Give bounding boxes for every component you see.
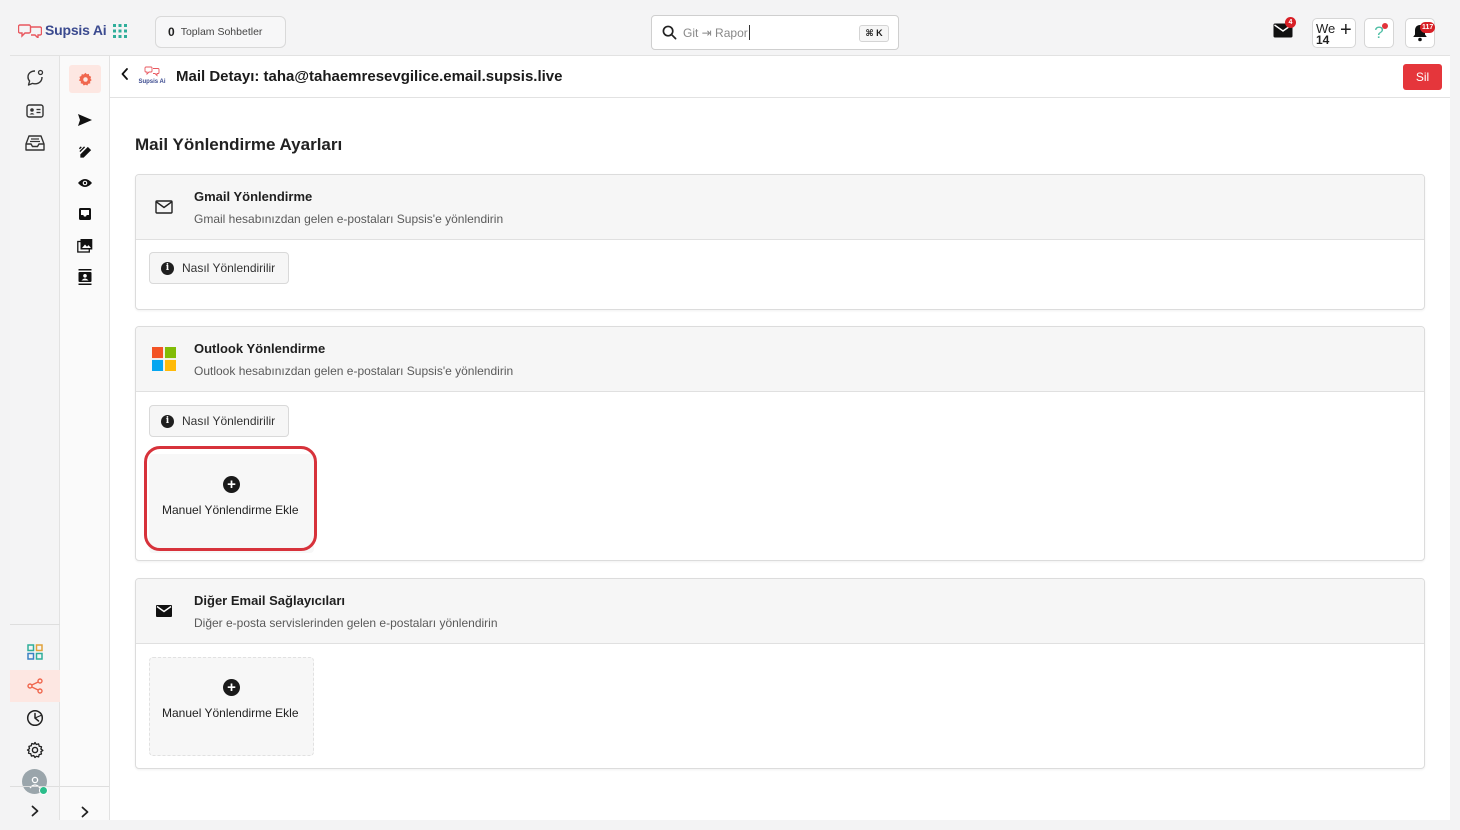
add-manual-forwarding-button[interactable]: + Manuel Yönlendirme Ekle (149, 657, 314, 756)
notification-badge: 117 (1420, 22, 1436, 33)
edit-icon[interactable] (73, 140, 97, 164)
primary-sidebar (10, 56, 60, 820)
contacts-icon[interactable] (73, 265, 97, 289)
total-chats-count: 0 (168, 25, 175, 39)
text-caret (748, 25, 750, 40)
avatar[interactable] (22, 769, 48, 795)
how-to-forward-label: Nasıl Yönlendirilir (182, 261, 276, 275)
chart-clock-icon[interactable] (23, 706, 47, 730)
send-icon[interactable] (73, 108, 97, 132)
apps-grid-icon[interactable] (113, 24, 127, 43)
brand-logo-icon (18, 24, 42, 38)
eye-icon[interactable] (73, 171, 97, 195)
help-button[interactable]: ? (1364, 18, 1394, 48)
rail2-bottom-divider (60, 786, 109, 787)
expand-chevron-icon[interactable] (73, 800, 97, 820)
chat-bubble-icon[interactable] (23, 66, 47, 90)
settings-gear-icon[interactable] (23, 738, 47, 762)
brand-name: Supsis Ai (45, 22, 107, 38)
gallery-icon[interactable] (73, 233, 97, 257)
mail-outline-icon (152, 195, 176, 219)
mail-button[interactable]: 4 (1273, 17, 1296, 43)
back-button[interactable] (120, 67, 130, 86)
plus-circle-icon: + (223, 679, 240, 696)
card-header: Outlook Yönlendirme Outlook hesabınızdan… (136, 327, 1424, 392)
search-input[interactable]: Git ⇥ Rapor ⌘ K (651, 15, 899, 50)
card-title: Outlook Yönlendirme (194, 341, 326, 356)
chevron-left-icon (121, 68, 128, 80)
header-logo: Supsis Ai (138, 66, 166, 86)
notifications-button[interactable]: 117 (1405, 18, 1436, 48)
microsoft-logo-icon (152, 347, 176, 371)
outlook-forwarding-card: Outlook Yönlendirme Outlook hesabınızdan… (135, 326, 1425, 561)
info-icon: i (161, 414, 174, 428)
add-workspace-icon: + (1340, 19, 1352, 41)
expand-chevron-icon[interactable] (23, 799, 47, 820)
inbox-icon[interactable] (73, 202, 97, 226)
gear-icon[interactable] (69, 65, 101, 93)
rail-divider (10, 624, 60, 625)
app-window: Supsis Ai 0 Toplam Sohbetler Git ⇥ Rapor… (10, 10, 1450, 820)
card-subtitle: Outlook hesabınızdan gelen e-postaları S… (194, 364, 514, 378)
gmail-forwarding-card: Gmail Yönlendirme Gmail hesabınızdan gel… (135, 174, 1425, 310)
info-icon: i (161, 261, 174, 275)
how-to-forward-button[interactable]: i Nasıl Yönlendirilir (149, 252, 289, 284)
mail-filled-icon (152, 599, 176, 623)
share-icon[interactable] (10, 670, 60, 702)
main-content: Supsis Ai Mail Detayı: taha@tahaemresevg… (110, 56, 1450, 820)
total-chats-button[interactable]: 0 Toplam Sohbetler (155, 16, 286, 48)
workspace-number: 14 (1316, 33, 1330, 47)
page-header: Supsis Ai Mail Detayı: taha@tahaemresevg… (110, 56, 1450, 98)
page-title-header: Mail Detayı: taha@tahaemresevgilice.emai… (176, 68, 563, 85)
search-placeholder: Git ⇥ Rapor (683, 25, 748, 40)
brand-logo[interactable]: Supsis Ai (18, 22, 107, 38)
search-icon (662, 25, 677, 40)
contact-card-icon[interactable] (23, 99, 47, 123)
rail-bottom-divider (10, 786, 59, 787)
online-status-dot (39, 786, 48, 795)
inbox-tray-icon[interactable] (23, 131, 47, 155)
card-subtitle: Gmail hesabınızdan gelen e-postaları Sup… (194, 212, 504, 226)
help-notification-dot (1382, 23, 1388, 29)
how-to-forward-label: Nasıl Yönlendirilir (182, 414, 276, 428)
other-providers-card: Diğer Email Sağlayıcıları Diğer e-posta … (135, 578, 1425, 769)
highlight-annotation (144, 446, 317, 551)
header-logo-text: Supsis Ai (138, 79, 165, 85)
top-bar: Supsis Ai 0 Toplam Sohbetler Git ⇥ Rapor… (10, 10, 1450, 56)
workspace-button[interactable]: We 14 + (1312, 18, 1356, 48)
total-chats-label: Toplam Sohbetler (180, 26, 263, 38)
secondary-sidebar (60, 56, 110, 820)
dashboard-grid-icon[interactable] (23, 640, 47, 664)
add-manual-forwarding-label: Manuel Yönlendirme Ekle (162, 706, 299, 720)
mail-badge: 4 (1285, 17, 1296, 28)
card-title: Diğer Email Sağlayıcıları (194, 593, 346, 608)
card-header: Gmail Yönlendirme Gmail hesabınızdan gel… (136, 175, 1424, 240)
card-title: Gmail Yönlendirme (194, 189, 313, 204)
search-shortcut: ⌘ K (859, 25, 889, 42)
how-to-forward-button[interactable]: i Nasıl Yönlendirilir (149, 405, 289, 437)
card-subtitle: Diğer e-posta servislerinden gelen e-pos… (194, 616, 498, 630)
delete-button[interactable]: Sil (1403, 64, 1442, 90)
card-header: Diğer Email Sağlayıcıları Diğer e-posta … (136, 579, 1424, 644)
section-title: Mail Yönlendirme Ayarları (135, 135, 343, 154)
